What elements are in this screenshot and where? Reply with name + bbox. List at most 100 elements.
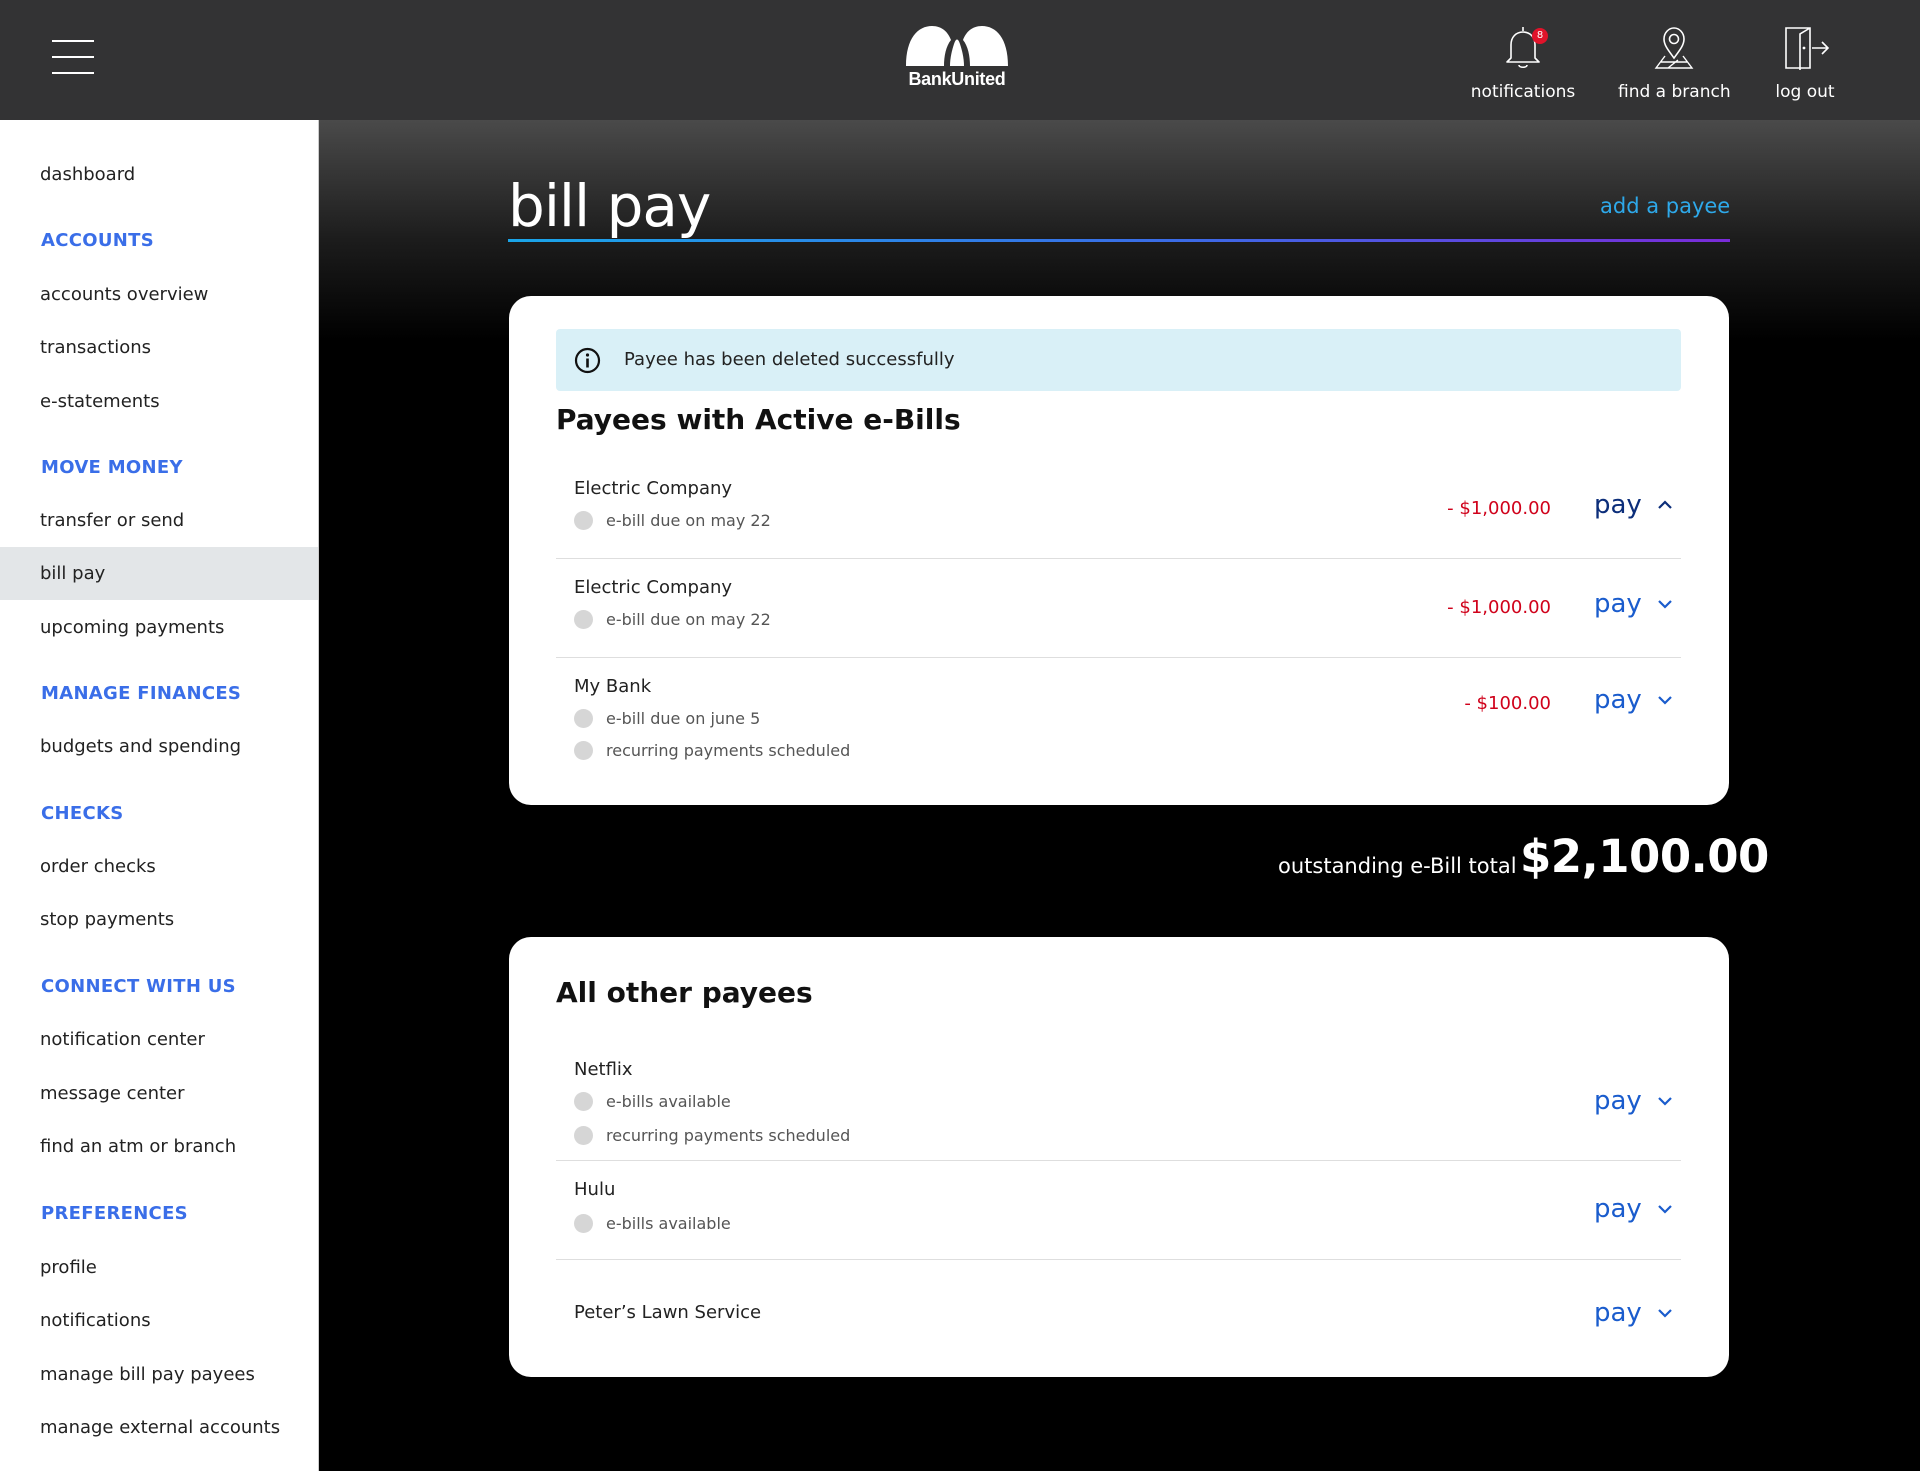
pay-label: pay [1594,685,1642,715]
chevron-down-icon [1656,1307,1674,1319]
pay-button[interactable]: pay [1594,685,1674,715]
sidebar-item-transfer-or-send[interactable]: transfer or send [0,494,318,547]
bankunited-logo[interactable]: BankUnited [895,24,1019,100]
sidebar-item-dashboard[interactable]: dashboard [0,148,318,201]
sidebar-item-profile[interactable]: profile [0,1241,318,1294]
pay-button[interactable]: pay [1594,589,1674,619]
payee-row[interactable]: Electric Company e-bill due on may 22 - … [556,559,1681,658]
outstanding-total-value: $2,100.00 [1520,830,1769,883]
payee-detail: e-bill due on may 22 [574,609,771,631]
brand-name: BankUnited [908,69,1006,89]
sidebar-item-notifications[interactable]: notifications [0,1294,318,1347]
payee-name: Peter’s Lawn Service [574,1302,762,1323]
title-divider [508,239,1730,242]
payee-amount: - $1,000.00 [1447,498,1551,519]
other-payees-card: All other payees Netflix e-bills availab… [509,937,1729,1377]
sidebar-item-order-checks[interactable]: order checks [0,840,318,893]
active-ebills-card: Payee has been deleted successfully Paye… [509,296,1729,805]
sidebar-heading-manage-finances: MANAGE FINANCES [41,683,242,704]
other-payees-title: All other payees [556,976,813,1009]
pay-label: pay [1594,589,1642,619]
logo-mark-icon [906,26,1008,66]
info-icon [574,347,601,374]
chevron-down-icon [1656,1203,1674,1215]
payee-name: Hulu [574,1179,616,1200]
status-dot-icon [574,1125,593,1145]
sidebar-item-stop-payments[interactable]: stop payments [0,893,318,946]
payee-detail-text: e-bill due on may 22 [606,610,771,629]
pay-label: pay [1594,1298,1642,1328]
payee-detail-text: recurring payments scheduled [606,1126,851,1145]
payee-name: Electric Company [574,577,733,598]
payee-detail-text: e-bills available [606,1092,731,1111]
sidebar-heading-checks: CHECKS [41,803,124,824]
status-dot-icon [574,1213,593,1233]
sidebar-item-bill-pay[interactable]: bill pay [0,547,318,600]
payee-detail: recurring payments scheduled [574,1125,850,1147]
sidebar-heading-preferences: PREFERENCES [41,1203,188,1224]
hamburger-menu-icon[interactable] [52,40,94,74]
payee-detail-text: e-bill due on may 22 [606,511,771,530]
notification-count-badge: 8 [1532,28,1548,44]
sidebar-item-message-center[interactable]: message center [0,1067,318,1120]
sidebar-item-accounts-overview[interactable]: accounts overview [0,268,318,321]
sidebar: dashboard ACCOUNTS accounts overview tra… [0,120,319,1471]
sidebar-item-upcoming-payments[interactable]: upcoming payments [0,601,318,654]
payee-amount: - $100.00 [1464,693,1551,714]
pay-button[interactable]: pay [1594,1194,1674,1224]
sidebar-heading-connect-with-us: CONNECT WITH US [41,976,236,997]
sidebar-item-manage-bill-pay-payees[interactable]: manage bill pay payees [0,1348,318,1401]
payee-row[interactable]: Electric Company e-bill due on may 22 - … [556,468,1681,559]
sidebar-heading-move-money: MOVE MONEY [41,457,183,478]
add-a-payee-link[interactable]: add a payee [1600,194,1730,218]
payee-name: Netflix [574,1059,633,1080]
pay-button[interactable]: pay [1594,1298,1674,1328]
payee-detail: recurring payments scheduled [574,740,850,762]
payee-detail-text: e-bill due on june 5 [606,709,761,728]
payee-detail: e-bill due on may 22 [574,510,771,532]
status-dot-icon [574,708,593,728]
pay-label: pay [1594,490,1642,520]
payee-row[interactable]: My Bank e-bill due on june 5 recurring p… [556,658,1681,778]
status-dot-icon [574,740,593,760]
payee-amount: - $1,000.00 [1447,597,1551,618]
status-dot-icon [574,510,593,530]
payee-detail: e-bills available [574,1213,731,1235]
chevron-up-icon [1656,499,1674,511]
find-a-branch-button[interactable]: find a branch [1618,24,1731,102]
chevron-down-icon [1656,1095,1674,1107]
payee-name: Electric Company [574,478,733,499]
top-bar: BankUnited 8 notifications find a branch [0,0,1920,120]
door-exit-icon [1785,27,1830,70]
sidebar-item-find-atm-or-branch[interactable]: find an atm or branch [0,1120,318,1173]
success-alert: Payee has been deleted successfully [556,329,1681,391]
sidebar-item-notification-center[interactable]: notification center [0,1013,318,1066]
find-a-branch-label: find a branch [1618,82,1731,102]
payee-detail-text: e-bills available [606,1214,731,1233]
log-out-button[interactable]: log out [1772,24,1838,102]
notifications-label: notifications [1470,82,1576,102]
sidebar-item-e-statements[interactable]: e-statements [0,375,318,428]
outstanding-total-label: outstanding e-Bill total [1278,854,1517,878]
pay-button[interactable]: pay [1594,490,1674,520]
payee-name: My Bank [574,676,652,697]
payee-row[interactable]: Hulu e-bills available pay [556,1161,1681,1260]
payee-detail-text: recurring payments scheduled [606,741,851,760]
pay-label: pay [1594,1086,1642,1116]
active-ebills-title: Payees with Active e-Bills [556,403,961,436]
map-pin-icon [1654,27,1694,69]
status-dot-icon [574,609,593,629]
pay-button[interactable]: pay [1594,1086,1674,1116]
notifications-button[interactable]: 8 notifications [1470,24,1576,102]
chevron-down-icon [1656,694,1674,706]
alert-message: Payee has been deleted successfully [624,349,955,370]
sidebar-item-manage-external-accounts[interactable]: manage external accounts [0,1401,318,1454]
payee-row[interactable]: Peter’s Lawn Service pay [556,1260,1681,1360]
chevron-down-icon [1656,598,1674,610]
payee-row[interactable]: Netflix e-bills available recurring paym… [556,1041,1681,1161]
pay-label: pay [1594,1194,1642,1224]
sidebar-item-transactions[interactable]: transactions [0,321,318,374]
log-out-label: log out [1775,82,1835,102]
sidebar-item-budgets-and-spending[interactable]: budgets and spending [0,720,318,773]
payee-detail: e-bill due on june 5 [574,708,760,730]
